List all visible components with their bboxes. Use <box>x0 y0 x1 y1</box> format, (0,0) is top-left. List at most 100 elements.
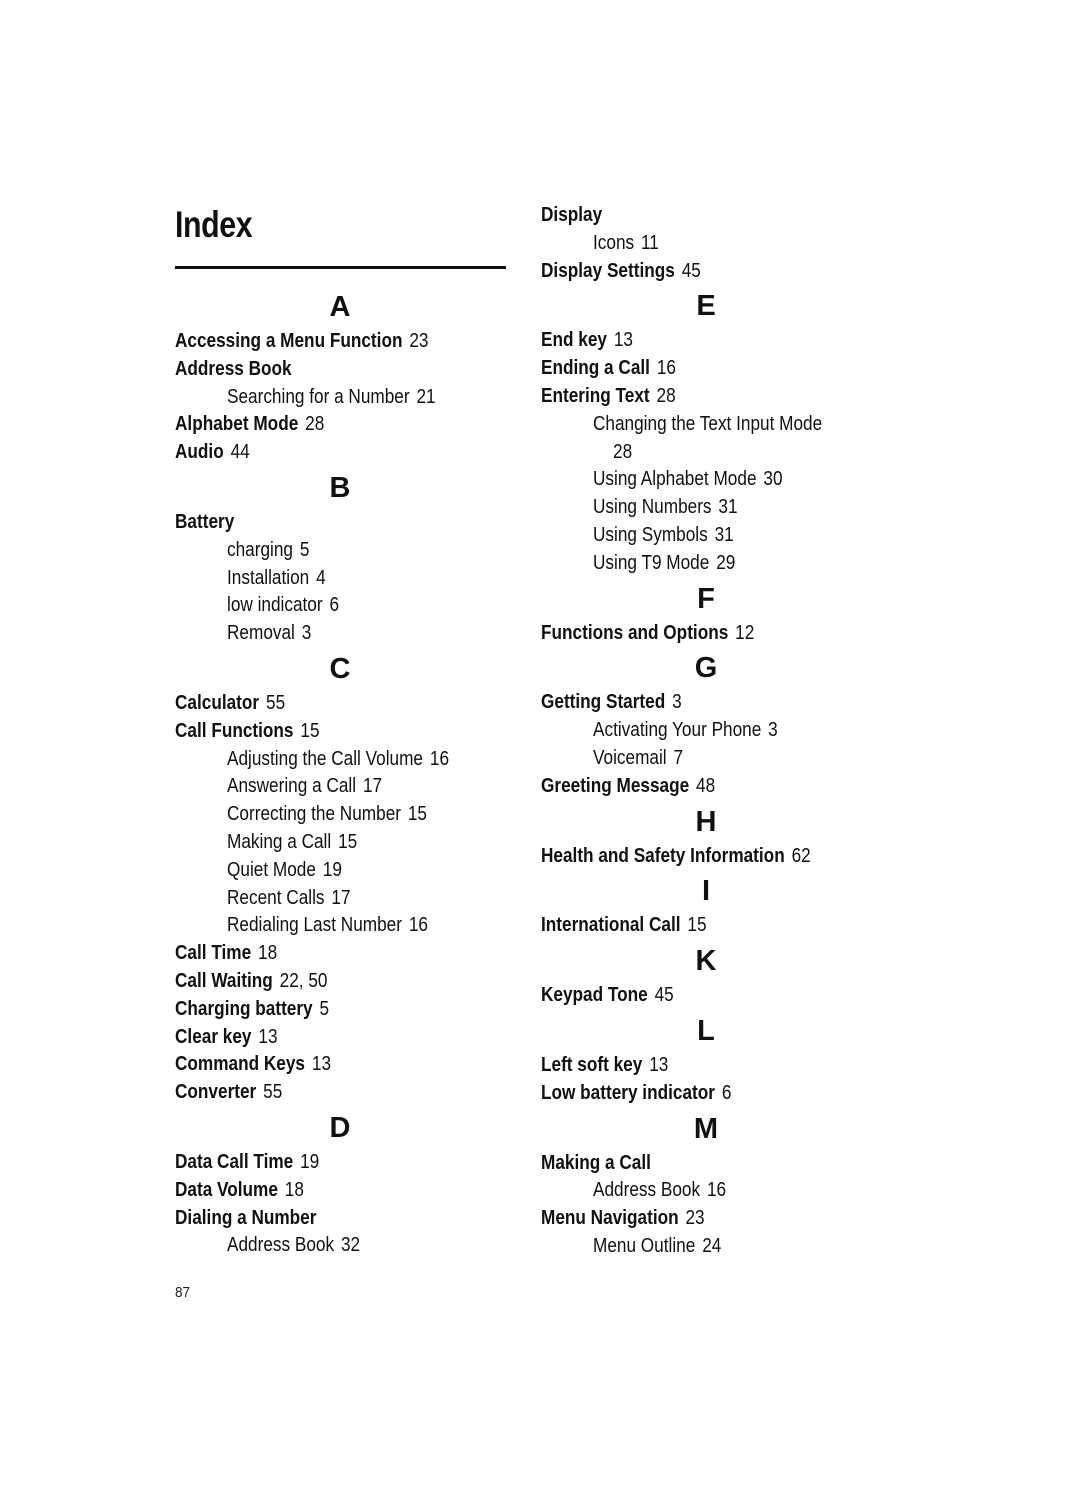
index-subentry: Activating Your Phone 3 <box>541 717 871 745</box>
index-entry-content: Audio 44 <box>175 439 250 467</box>
index-term: Accessing a Menu Function <box>175 330 403 352</box>
page-number: 87 <box>175 1284 191 1301</box>
index-subentry: Answering a Call 17 <box>175 773 505 801</box>
index-entry: Call Waiting 22, 50 <box>175 968 505 996</box>
index-subentry: Icons 11 <box>541 230 871 258</box>
index-entry: Alphabet Mode 28 <box>175 411 505 439</box>
index-entry-content: Getting Started 3 <box>541 689 682 717</box>
letter-heading: C <box>329 652 351 685</box>
index-entry-content: International Call 15 <box>541 912 707 940</box>
index-entry: Left soft key 13 <box>541 1052 871 1080</box>
index-term: Activating Your Phone <box>593 719 762 742</box>
index-subentry: Address Book 32 <box>175 1232 505 1260</box>
index-term: Audio <box>175 441 224 464</box>
page-reference[interactable]: 11 <box>641 232 659 254</box>
page-reference[interactable]: 45 <box>655 984 674 1006</box>
page-reference[interactable]: 18 <box>258 942 277 964</box>
index-term: Using T9 Mode <box>593 551 710 574</box>
page-reference[interactable]: 17 <box>363 775 382 797</box>
page-reference[interactable]: 19 <box>300 1151 319 1173</box>
index-term: Removal <box>227 622 295 645</box>
page-reference[interactable]: 18 <box>285 1179 304 1201</box>
page-reference[interactable]: 13 <box>614 329 633 351</box>
page-reference[interactable]: 31 <box>718 496 737 518</box>
index-entry-content: Making a Call <box>541 1150 651 1178</box>
page-reference[interactable]: 23 <box>409 330 428 352</box>
index-term: Changing the Text Input Mode <box>593 412 823 435</box>
page-reference[interactable]: 31 <box>715 524 734 546</box>
page-reference[interactable]: 32 <box>341 1234 360 1256</box>
page-reference[interactable]: 5 <box>320 998 330 1020</box>
index-subentry: Recent Calls 17 <box>175 885 505 913</box>
page-reference[interactable]: 15 <box>687 914 706 936</box>
page-reference[interactable]: 5 <box>300 539 310 561</box>
index-term: Call Waiting <box>175 969 273 992</box>
index-term: Display <box>541 204 603 226</box>
page-reference[interactable]: 44 <box>231 441 250 463</box>
page-reference[interactable]: 62 <box>792 845 811 867</box>
page-reference[interactable]: 55 <box>263 1081 282 1103</box>
index-term: Installation <box>227 566 310 589</box>
index-subentry: Searching for a Number 21 <box>175 384 505 412</box>
index-subentry: Using Symbols 31 <box>541 522 871 550</box>
page-reference[interactable]: 24 <box>702 1235 721 1257</box>
page-reference[interactable]: 15 <box>338 831 357 853</box>
page-reference[interactable]: 55 <box>266 692 285 714</box>
page-reference[interactable]: 3 <box>768 719 778 741</box>
page-reference[interactable]: 17 <box>331 887 350 909</box>
index-entry-content: Using T9 Mode 29 <box>593 550 735 578</box>
page-reference[interactable]: 15 <box>408 803 427 825</box>
page-reference[interactable]: 28 <box>613 441 632 463</box>
page-reference[interactable]: 28 <box>657 385 676 407</box>
page-reference[interactable]: 48 <box>696 775 715 797</box>
index-term: Left soft key <box>541 1053 643 1076</box>
index-entry-content: Converter 55 <box>175 1079 282 1107</box>
page-reference[interactable]: 13 <box>312 1053 331 1075</box>
index-entry-content: Changing the Text Input Mode <box>593 411 822 439</box>
page-reference[interactable]: 28 <box>305 413 324 435</box>
page-reference[interactable]: 16 <box>409 914 428 936</box>
page-reference[interactable]: 30 <box>763 468 782 490</box>
page-reference[interactable]: 16 <box>430 748 449 770</box>
index-term: charging <box>227 538 293 561</box>
page-reference[interactable]: 16 <box>707 1179 726 1201</box>
page-reference[interactable]: 21 <box>416 386 435 408</box>
index-entry-content: Display <box>541 202 602 230</box>
page-reference[interactable]: 29 <box>716 552 735 574</box>
page-reference[interactable]: 3 <box>672 691 682 713</box>
page-reference[interactable]: 22, 50 <box>280 970 328 992</box>
page-reference[interactable]: 13 <box>649 1054 668 1076</box>
letter-heading: A <box>329 291 351 323</box>
page-reference[interactable]: 13 <box>258 1026 277 1048</box>
index-term: Address Book <box>593 1179 701 1202</box>
page-reference[interactable]: 19 <box>323 859 342 881</box>
index-entry: Call Time 18 <box>175 940 505 968</box>
index-entry-content: Calculator 55 <box>175 690 285 718</box>
index-entry-content: Address Book 16 <box>593 1177 726 1205</box>
index-entry-content: Installation 4 <box>227 565 326 593</box>
index-entry: Entering Text 28 <box>541 383 871 411</box>
index-entry: Display <box>541 202 871 230</box>
index-entry: Menu Navigation 23 <box>541 1205 871 1233</box>
index-subentry: Using Numbers 31 <box>541 494 871 522</box>
page-reference[interactable]: 45 <box>682 260 701 282</box>
page-reference[interactable]: 6 <box>329 594 339 616</box>
index-entry-content: Command Keys 13 <box>175 1051 331 1079</box>
page-reference[interactable]: 6 <box>722 1082 732 1104</box>
index-term: Alphabet Mode <box>175 413 299 436</box>
page-reference[interactable]: 3 <box>302 622 312 644</box>
index-entry-content: Keypad Tone 45 <box>541 982 674 1010</box>
page-reference[interactable]: 15 <box>300 720 319 742</box>
index-term: Keypad Tone <box>541 984 648 1007</box>
page-reference[interactable]: 4 <box>316 567 326 589</box>
index-entry-content: Health and Safety Information 62 <box>541 843 811 871</box>
index-entry-content: Call Waiting 22, 50 <box>175 968 327 996</box>
index-entry: Dialing a Number <box>175 1205 505 1233</box>
page-reference[interactable]: 16 <box>657 357 676 379</box>
index-entry-content: Using Alphabet Mode 30 <box>593 466 783 494</box>
page-reference[interactable]: 7 <box>674 747 684 769</box>
page-reference[interactable]: 23 <box>685 1207 704 1229</box>
letter-heading: F <box>697 582 715 615</box>
page-reference[interactable]: 12 <box>735 622 754 644</box>
index-subentry: Menu Outline 24 <box>541 1233 871 1261</box>
